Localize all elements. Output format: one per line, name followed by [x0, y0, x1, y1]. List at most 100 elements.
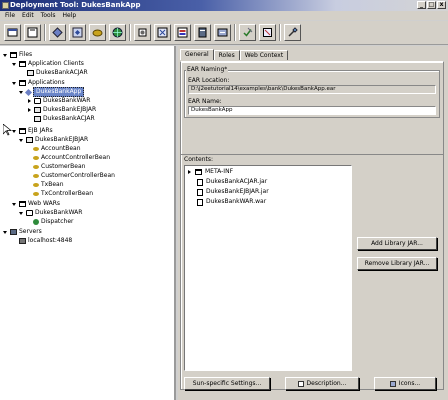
tree-node-bean[interactable]: CustomerBean — [33, 163, 85, 171]
folder-icon — [195, 169, 202, 175]
window-title-bar[interactable]: Deployment Tool: DukesBankApp _ □ x — [0, 0, 448, 11]
open-icon — [27, 27, 38, 38]
tools-button[interactable] — [284, 24, 301, 41]
save-button[interactable] — [49, 24, 66, 41]
bean-icon — [92, 29, 103, 37]
window-controls: _ □ x — [417, 1, 446, 9]
contents-divider — [180, 154, 444, 155]
description-button[interactable]: Description... — [285, 377, 359, 390]
tree-node-localhost[interactable]: localhost:4848 — [19, 237, 72, 245]
tree-node-bean[interactable]: AccountControllerBean — [33, 154, 110, 162]
collapse-handle-icon[interactable] — [27, 107, 32, 113]
sun-specific-settings-button[interactable]: Sun-specific Settings... — [184, 377, 270, 390]
tab-web-context[interactable]: Web Context — [239, 50, 289, 60]
deploy-button[interactable] — [174, 24, 191, 41]
undeploy-button[interactable] — [214, 24, 231, 41]
tree-node-bean[interactable]: AccountBean — [33, 145, 81, 153]
contents-node-meta-inf[interactable]: META-INF — [187, 168, 233, 176]
expand-handle-icon[interactable] — [12, 62, 17, 67]
open-button[interactable] — [24, 24, 41, 41]
expand-handle-icon[interactable] — [12, 129, 17, 134]
tree-node-ejb-jars[interactable]: EJB JARs — [12, 127, 53, 135]
expand-handle-icon[interactable] — [19, 90, 24, 95]
menu-edit[interactable]: Edit — [22, 11, 34, 20]
tree-node-files[interactable]: Files — [3, 51, 32, 59]
toolbar-separator — [44, 24, 46, 41]
maximize-button[interactable]: □ — [427, 1, 436, 9]
tree-node-dukesbankapp[interactable]: DukesBankApp — [19, 87, 85, 97]
tree-node-servers[interactable]: Servers — [3, 228, 42, 236]
bean-icon — [33, 165, 39, 169]
web-component-icon — [33, 219, 39, 225]
globe-icon — [112, 27, 123, 38]
collapse-handle-icon[interactable] — [27, 98, 32, 104]
add-library-jar-button[interactable]: Add Library JAR... — [357, 237, 437, 250]
module-tree[interactable]: Files Application Clients DukesBankACJAR… — [0, 46, 176, 400]
tree-node-bean[interactable]: TxBean — [33, 181, 64, 189]
new-icon — [7, 28, 18, 37]
menu-bar: File Edit Tools Help — [0, 11, 448, 20]
server-button[interactable] — [194, 24, 211, 41]
tree-node-dukesbankacjar[interactable]: DukesBankACJAR — [27, 69, 88, 77]
tree-node-ejbjar-root[interactable]: DukesBankEJBJAR — [19, 136, 88, 144]
inspect-button[interactable] — [259, 24, 276, 41]
client-button[interactable] — [134, 24, 151, 41]
expand-handle-icon[interactable] — [19, 138, 24, 143]
new-button[interactable] — [4, 24, 21, 41]
menu-file[interactable]: File — [5, 11, 15, 20]
expand-handle-icon[interactable] — [3, 53, 8, 58]
tree-node-dukesbankejbjar[interactable]: DukesBankEJBJAR — [27, 106, 96, 114]
menu-help[interactable]: Help — [62, 11, 76, 20]
cursor-icon — [3, 124, 12, 136]
contents-item[interactable]: DukesBankWAR.war — [197, 198, 266, 206]
expand-handle-icon[interactable] — [19, 211, 24, 216]
tree-node-web-wars[interactable]: Web WARs — [12, 200, 60, 208]
diamond-icon — [52, 27, 63, 38]
jar-icon — [27, 70, 34, 76]
inspect-icon — [263, 28, 272, 37]
menu-tools[interactable]: Tools — [41, 11, 56, 20]
contents-label: Contents: — [184, 156, 214, 163]
expand-handle-icon[interactable] — [3, 230, 8, 235]
ear-location-field[interactable]: D:\j2eetutorial14\examples\bank\DukesBan… — [188, 85, 436, 94]
remove-library-jar-button[interactable]: Remove Library JAR... — [357, 257, 437, 270]
war-icon — [26, 210, 33, 216]
tree-node-dispatcher[interactable]: Dispatcher — [33, 218, 74, 226]
wand-icon — [288, 27, 298, 37]
contents-list[interactable]: META-INF DukesBankACJAR.jar DukesBankEJB… — [184, 165, 352, 371]
toolbar — [0, 21, 448, 45]
jar-icon — [34, 107, 41, 113]
tree-node-bean[interactable]: TxControllerBean — [33, 190, 93, 198]
contents-item[interactable]: DukesBankEJBJAR.jar — [197, 188, 269, 196]
ear-name-field[interactable]: DukesBankApp — [188, 106, 436, 115]
deploy-icon — [177, 27, 188, 38]
module-button[interactable] — [69, 24, 86, 41]
bean-icon — [33, 174, 39, 178]
tree-node-applications[interactable]: Applications — [12, 79, 65, 87]
bean-icon — [33, 192, 39, 196]
tree-node-war-root[interactable]: DukesBankWAR — [19, 209, 82, 217]
expand-handle-icon[interactable] — [12, 81, 17, 86]
collapse-handle-icon[interactable] — [187, 169, 192, 175]
connector-button[interactable] — [154, 24, 171, 41]
tree-node-application-clients[interactable]: Application Clients — [12, 60, 84, 68]
jar-icon — [34, 116, 41, 122]
tree-node-dukesbankwar[interactable]: DukesBankWAR — [27, 97, 90, 105]
application-icon — [24, 88, 33, 96]
folder-icon — [10, 52, 17, 58]
web-button[interactable] — [109, 24, 126, 41]
verify-button[interactable] — [239, 24, 256, 41]
tree-node-dukesbankacjar-app[interactable]: DukesBankACJAR — [34, 115, 95, 123]
minimize-button[interactable]: _ — [417, 1, 426, 9]
jar-icon — [26, 137, 33, 143]
ear-location-label: EAR Location: — [188, 77, 230, 84]
icons-button[interactable]: Icons... — [374, 377, 436, 390]
close-button[interactable]: x — [437, 1, 446, 9]
folder-icon — [19, 61, 26, 67]
contents-item[interactable]: DukesBankACJAR.jar — [197, 178, 267, 186]
tree-node-bean[interactable]: CustomerControllerBean — [33, 172, 115, 180]
expand-handle-icon[interactable] — [12, 202, 17, 207]
bean-button[interactable] — [89, 24, 106, 41]
tab-general[interactable]: General — [180, 49, 214, 60]
tab-roles[interactable]: Roles — [213, 50, 240, 60]
